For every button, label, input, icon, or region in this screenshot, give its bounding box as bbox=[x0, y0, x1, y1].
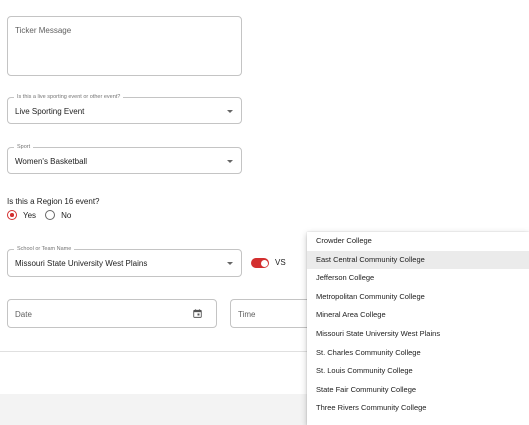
school-label: School or Team Name bbox=[14, 245, 75, 254]
school-select[interactable]: School or Team Name Missouri State Unive… bbox=[7, 245, 242, 277]
ticker-message-field[interactable]: Ticker Message bbox=[7, 16, 242, 76]
caret-down-icon bbox=[227, 160, 233, 163]
calendar-icon[interactable] bbox=[193, 309, 202, 318]
vs-label: VS bbox=[275, 258, 286, 267]
dropdown-option[interactable]: Three Rivers Community College bbox=[307, 399, 529, 418]
radio-yes-icon[interactable] bbox=[7, 210, 17, 220]
radio-yes-label[interactable]: Yes bbox=[23, 211, 36, 220]
caret-down-icon bbox=[227, 262, 233, 265]
sport-value: Women's Basketball bbox=[15, 157, 88, 166]
dropdown-option[interactable]: Crowder College bbox=[307, 232, 529, 251]
dropdown-option[interactable]: State Fair Community College bbox=[307, 381, 529, 400]
date-placeholder: Date bbox=[15, 310, 32, 319]
dropdown-option[interactable]: Mineral Area College bbox=[307, 306, 529, 325]
sport-select[interactable]: Sport Women's Basketball bbox=[7, 143, 242, 174]
event-type-label: Is this a live sporting event or other e… bbox=[14, 93, 124, 102]
radio-no-icon[interactable] bbox=[45, 210, 56, 220]
caret-down-icon bbox=[227, 110, 233, 113]
toggle-thumb bbox=[260, 259, 268, 267]
region-radio-group: Yes No bbox=[7, 210, 71, 220]
region-question: Is this a Region 16 event? bbox=[7, 197, 100, 206]
school-dropdown-menu: Crowder College East Central Community C… bbox=[307, 232, 529, 425]
radio-no-label[interactable]: No bbox=[61, 211, 71, 220]
dropdown-option[interactable]: St. Louis Community College bbox=[307, 362, 529, 381]
sport-label: Sport bbox=[14, 143, 34, 152]
event-type-select[interactable]: Is this a live sporting event or other e… bbox=[7, 93, 242, 124]
ticker-message-placeholder: Ticker Message bbox=[15, 26, 72, 35]
date-field[interactable]: Date bbox=[7, 299, 217, 328]
dropdown-option[interactable]: St. Charles Community College bbox=[307, 344, 529, 363]
dropdown-option[interactable]: Missouri State University West Plains bbox=[307, 325, 529, 344]
vs-toggle[interactable] bbox=[251, 258, 269, 268]
dropdown-option[interactable]: East Central Community College bbox=[307, 250, 529, 270]
time-placeholder: Time bbox=[238, 310, 256, 319]
dropdown-option[interactable]: Metropolitan Community College bbox=[307, 288, 529, 307]
event-type-value: Live Sporting Event bbox=[15, 107, 85, 116]
school-value: Missouri State University West Plains bbox=[15, 259, 148, 268]
dropdown-option[interactable]: Jefferson College bbox=[307, 269, 529, 288]
